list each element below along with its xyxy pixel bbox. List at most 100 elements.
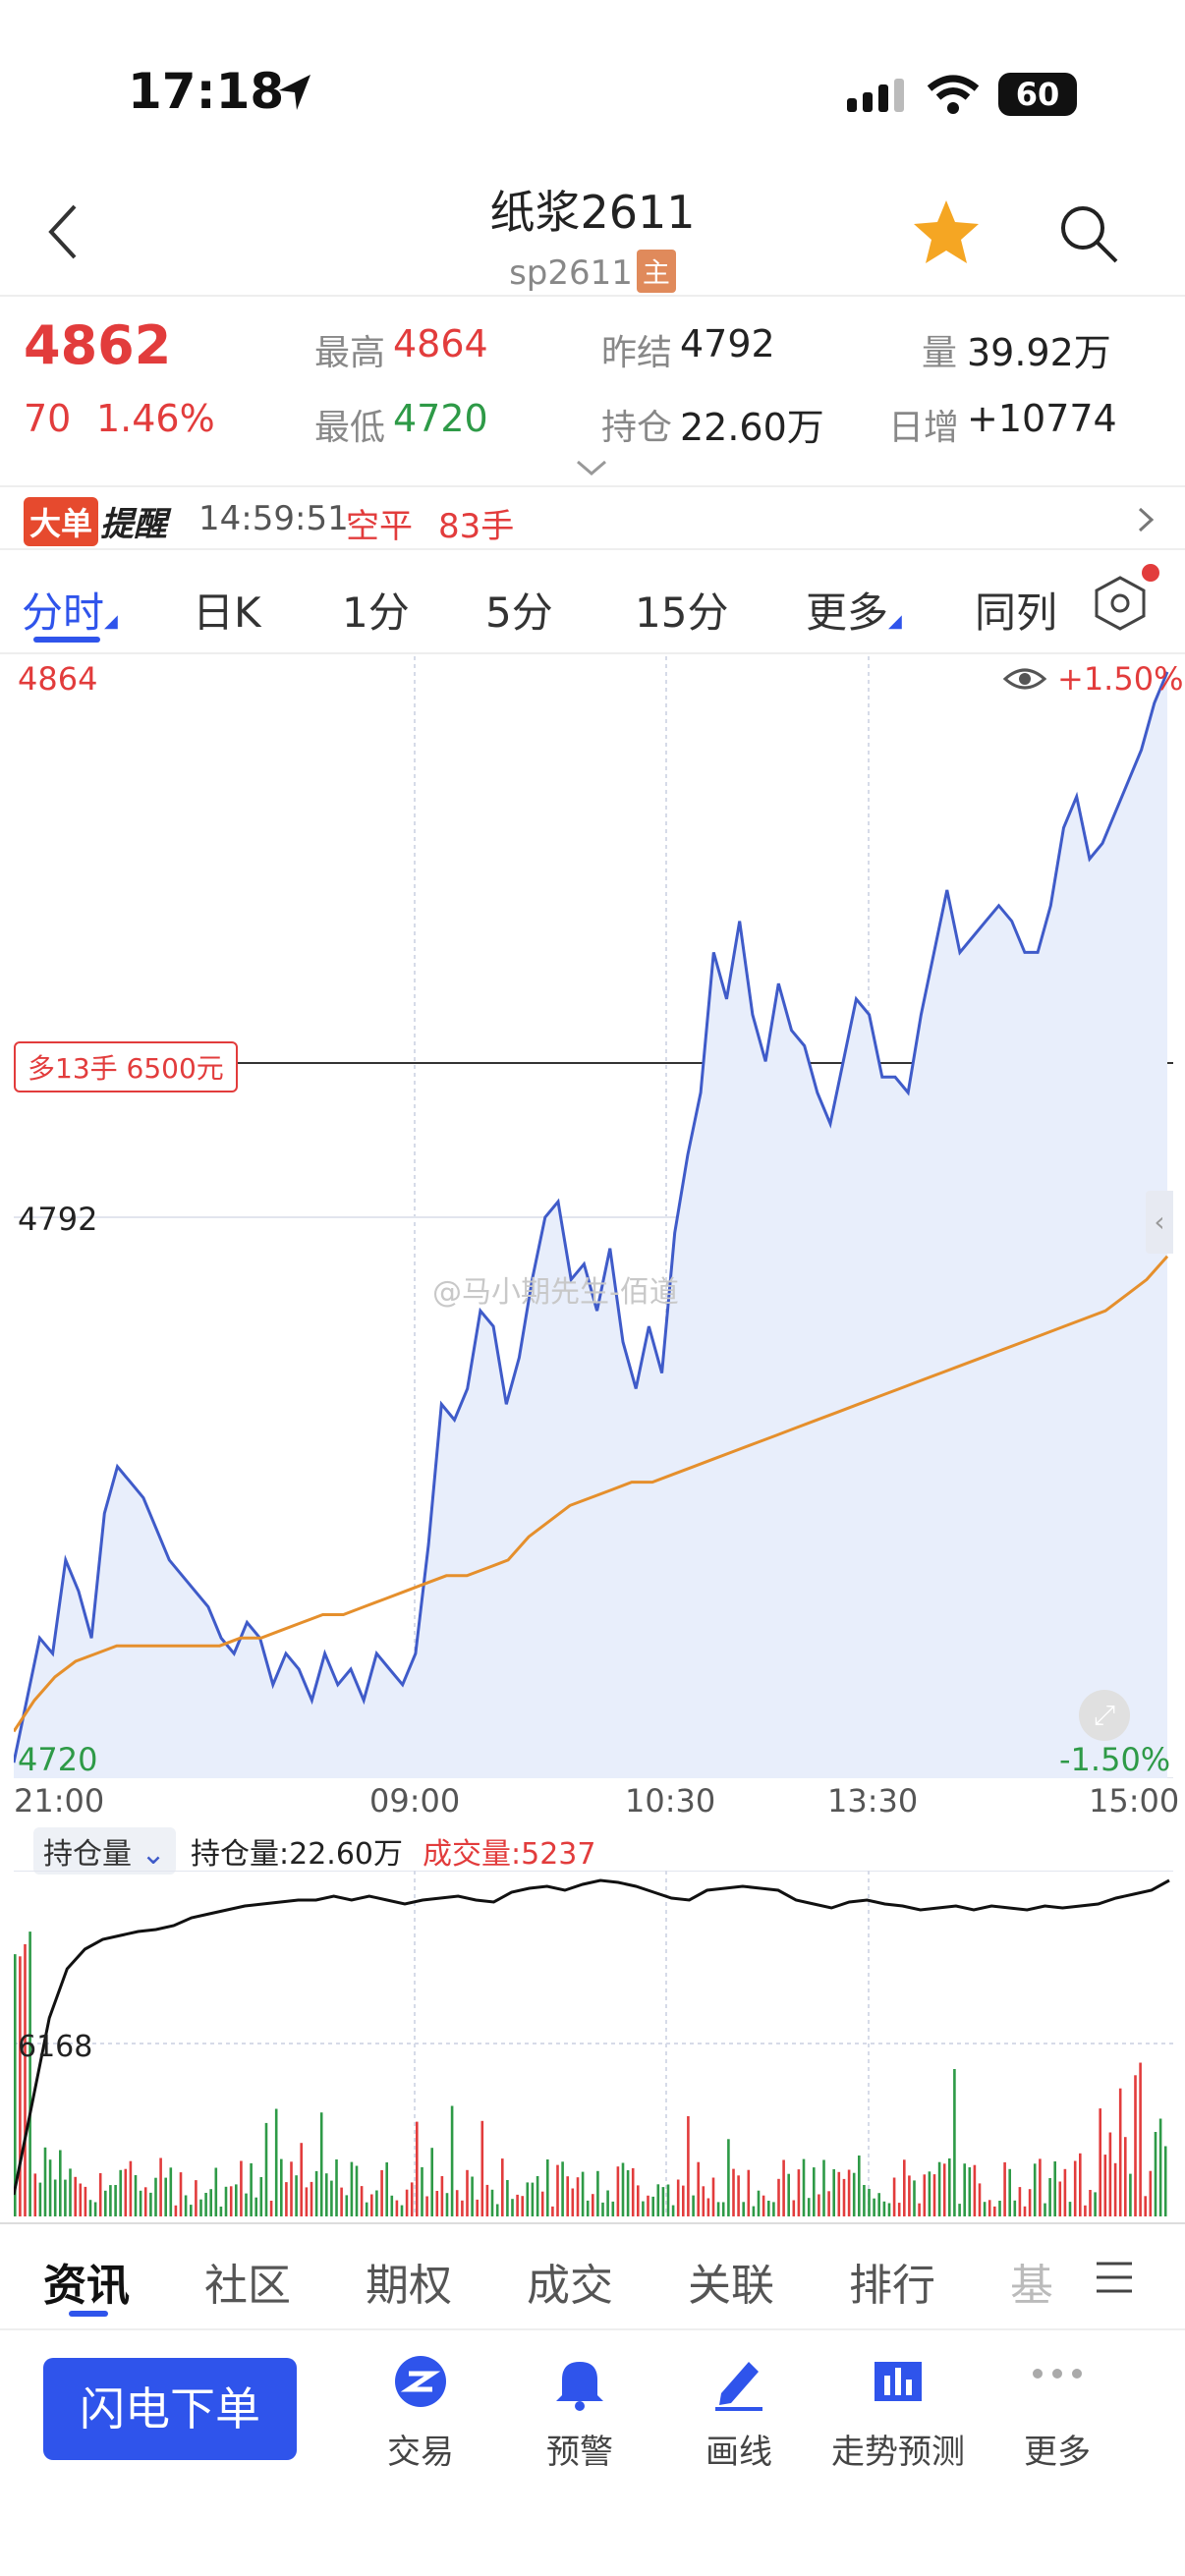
battery-level: 60	[1015, 76, 1060, 113]
tabs-divider	[0, 652, 1185, 654]
volume-bar	[1023, 2206, 1027, 2216]
volume-bar	[953, 2069, 956, 2216]
open-interest-value: 22.60万	[680, 406, 824, 449]
volume-bar	[1099, 2108, 1101, 2216]
tab-fundamentals[interactable]: 基	[1010, 2250, 1053, 2313]
volume-bar	[882, 2201, 886, 2216]
more-dots-icon	[1033, 2369, 1082, 2379]
volume-bar	[84, 2186, 87, 2216]
volume-bar	[119, 2169, 122, 2216]
price-chart[interactable]	[12, 656, 1173, 1779]
volume-bar	[98, 2173, 102, 2216]
volume-bar	[747, 2169, 751, 2216]
tab-related[interactable]: 关联	[688, 2250, 774, 2313]
expand-chevron-icon[interactable]	[574, 458, 609, 477]
volume-bar	[546, 2159, 549, 2216]
last-price: 4862	[24, 314, 172, 376]
high-label: 最高	[314, 333, 386, 373]
big-order-alert[interactable]: 大单 提醒 14:59:51 空平 83手	[0, 487, 1185, 548]
tab-daily-k[interactable]: 日K	[193, 580, 261, 640]
volume-bar	[400, 2205, 404, 2216]
volume-bar	[124, 2168, 128, 2216]
tab-trades[interactable]: 成交	[527, 2250, 613, 2313]
volume-bar	[1044, 2203, 1046, 2216]
volume-bar	[877, 2193, 880, 2216]
volume-bar	[511, 2199, 514, 2216]
volume-bar	[330, 2180, 333, 2216]
volume-bar	[521, 2196, 524, 2216]
volume-bar	[254, 2197, 257, 2216]
volume-bar	[711, 2177, 715, 2216]
volume-bar	[501, 2158, 504, 2216]
order-tag[interactable]: 多13手 6500元	[14, 1041, 238, 1092]
side-collapse-handle[interactable]: ‹	[1146, 1191, 1173, 1254]
volume-bar	[656, 2184, 660, 2216]
oi-value-label: 持仓量:22.60万	[191, 1837, 403, 1872]
volume-bar	[1139, 2062, 1142, 2216]
volume-bar	[461, 2200, 464, 2216]
volume-bar	[827, 2191, 830, 2216]
signal-icon	[847, 79, 904, 112]
volume-bar	[190, 2205, 193, 2216]
volume-bar	[1089, 2190, 1092, 2216]
sub-indicator-selector[interactable]: 持仓量 ⌄	[33, 1827, 176, 1875]
volume-bar	[671, 2205, 675, 2216]
contract-code-row: sp2611 主	[0, 250, 1185, 293]
flash-order-button[interactable]: 闪电下单	[43, 2358, 297, 2460]
volume-bar	[968, 2167, 972, 2216]
tab-news[interactable]: 资讯	[43, 2250, 130, 2313]
volume-bar	[1073, 2160, 1077, 2216]
volume-bar	[490, 2189, 494, 2216]
wifi-icon	[927, 75, 980, 114]
volume-bar	[1124, 2137, 1127, 2216]
volume-bar	[631, 2167, 635, 2216]
volume-bar	[973, 2164, 977, 2216]
low-label: 最低	[314, 408, 386, 448]
volume-bar	[335, 2159, 338, 2216]
settings-hexagon-icon[interactable]	[1091, 574, 1150, 633]
status-time: 17:18	[128, 63, 285, 120]
star-favorite-icon[interactable]	[912, 198, 981, 265]
search-icon[interactable]	[1057, 202, 1120, 265]
volume-bar	[813, 2167, 816, 2216]
tab-1min[interactable]: 1分	[342, 580, 410, 640]
volume-bar	[264, 2122, 268, 2216]
volume-bar	[1154, 2132, 1157, 2216]
volume-bar	[727, 2139, 730, 2216]
x-label-2100: 21:00	[14, 1782, 105, 1820]
tab-same-column[interactable]: 同列	[975, 580, 1057, 640]
volume-bar	[616, 2166, 620, 2216]
volume-bar	[576, 2177, 580, 2216]
tab-15min[interactable]: 15分	[635, 580, 728, 640]
price-change-pct: 1.46%	[96, 397, 215, 440]
volume-bar	[807, 2198, 811, 2216]
volume-bar	[24, 1943, 27, 2216]
volume-bar	[837, 2171, 841, 2216]
x-label-0900: 09:00	[369, 1782, 461, 1820]
volume-bar	[1039, 2158, 1042, 2216]
volume-bar	[983, 2202, 987, 2216]
tab-more[interactable]: 更多◢	[806, 580, 902, 640]
volume-bar	[370, 2194, 373, 2216]
tab-options[interactable]: 期权	[366, 2250, 452, 2313]
fullscreen-icon[interactable]: ⤢	[1079, 1690, 1130, 1741]
volume-bar	[219, 2207, 223, 2216]
tab-community[interactable]: 社区	[204, 2250, 291, 2313]
volume-bar	[421, 2166, 423, 2216]
volume-oi-chart[interactable]	[12, 1870, 1173, 2216]
volume-bar	[143, 2187, 147, 2216]
volume-bar	[1018, 2187, 1022, 2216]
menu-icon[interactable]	[1095, 2260, 1134, 2295]
tab-5min[interactable]: 5分	[485, 580, 553, 640]
bottom-tab-indicator	[69, 2311, 108, 2317]
volume-bar	[536, 2176, 539, 2216]
volume-bar	[174, 2205, 178, 2216]
volume-bar	[410, 2182, 414, 2216]
tab-minute[interactable]: 分时◢	[22, 580, 118, 640]
volume-bar	[28, 1932, 31, 2216]
tab-ranking[interactable]: 排行	[849, 2250, 935, 2313]
alert-size: 83手	[438, 507, 515, 546]
eye-icon[interactable]	[1002, 664, 1047, 694]
x-label-1500: 15:00	[1089, 1782, 1180, 1820]
volume-bar	[637, 2185, 640, 2216]
